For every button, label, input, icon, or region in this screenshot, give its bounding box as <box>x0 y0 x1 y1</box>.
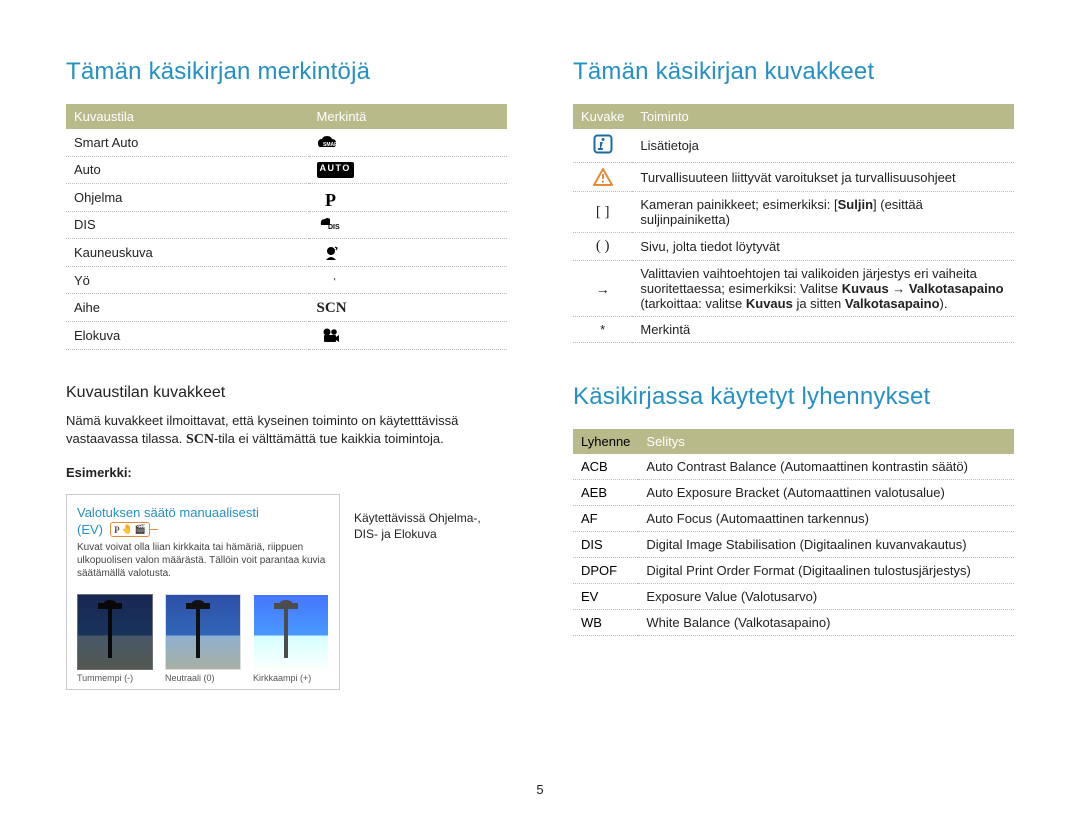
warning-icon <box>593 168 613 186</box>
abbr: WB <box>573 610 638 636</box>
table-row: DISDigital Image Stabilisation (Digitaal… <box>573 532 1014 558</box>
mode-label: Aihe <box>66 294 309 322</box>
abbr: ACB <box>573 454 638 480</box>
p-icon: P <box>317 190 345 206</box>
example-box: Valotuksen säätö manuaalisesti (EV) P 🤚 … <box>66 494 340 690</box>
abbr-desc: Digital Image Stabilisation (Digitaaline… <box>638 532 1014 558</box>
modes-head-0: Kuvaustila <box>66 104 309 129</box>
example-image-label: Kirkkaampi (+) <box>253 673 329 683</box>
table-row: Smart Auto SMART <box>66 129 507 156</box>
mode-availability-icons: P 🤚 🎬 <box>110 522 150 537</box>
icon-desc: Valittavien vaihtoehtojen tai valikoiden… <box>632 261 1014 317</box>
abbrev-head-0: Lyhenne <box>573 429 638 454</box>
table-row: Yö <box>66 266 507 294</box>
table-row: [ ] Kameran painikkeet; esimerkiksi: [Su… <box>573 192 1014 233</box>
table-row: ACBAuto Contrast Balance (Automaattinen … <box>573 454 1014 480</box>
mode-label: Ohjelma <box>66 184 309 212</box>
svg-text:SMART: SMART <box>323 142 341 148</box>
parentheses-icon: ( ) <box>596 238 610 254</box>
table-row: AEBAuto Exposure Bracket (Automaattinen … <box>573 480 1014 506</box>
example-images: Tummempi (-) Neutraali (0) Kirkkaampi (+… <box>77 594 329 683</box>
table-row: DIS DIS <box>66 211 507 239</box>
night-icon <box>317 272 345 288</box>
icon-desc: Turvallisuuteen liittyvät varoitukset ja… <box>632 163 1014 192</box>
example-title: Valotuksen säätö manuaalisesti <box>77 505 329 520</box>
modes-table: Kuvaustila Merkintä Smart Auto SMART Aut… <box>66 104 507 350</box>
mode-icons-text: Nämä kuvakkeet ilmoittavat, että kyseine… <box>66 412 507 450</box>
smart-icon: SMART <box>317 135 347 151</box>
abbr-desc: Auto Focus (Automaattinen tarkennus) <box>638 506 1014 532</box>
table-row: AFAuto Focus (Automaattinen tarkennus) <box>573 506 1014 532</box>
pointer-line <box>150 529 158 530</box>
icons-head-1: Toiminto <box>632 104 1014 129</box>
table-row: Aihe SCN <box>66 294 507 322</box>
table-row: Elokuva <box>66 321 507 349</box>
mode-icons-subheading: Kuvaustilan kuvakkeet <box>66 384 507 402</box>
example-side-label: Käytettävissä Ohjelma-, DIS- ja Elokuva <box>354 488 507 542</box>
square-brackets-icon: [ ] <box>596 204 610 220</box>
info-icon <box>593 142 613 157</box>
table-row: EVExposure Value (Valotusarvo) <box>573 584 1014 610</box>
icon-desc: Lisätietoja <box>632 129 1014 163</box>
mode-label: Yö <box>66 266 309 294</box>
abbr: EV <box>573 584 638 610</box>
mode-label: Smart Auto <box>66 129 309 156</box>
example-image-neutral <box>165 594 241 670</box>
example-caption: Kuvat voivat olla liian kirkkaita tai hä… <box>77 541 329 580</box>
abbr-desc: Exposure Value (Valotusarvo) <box>638 584 1014 610</box>
abbrev-head-1: Selitys <box>638 429 1014 454</box>
scn-icon: SCN <box>317 300 347 316</box>
table-row: Lisätietoja <box>573 129 1014 163</box>
table-row: Kauneuskuva <box>66 239 507 267</box>
abbr-desc: White Balance (Valkotasapaino) <box>638 610 1014 636</box>
example-image-label: Tummempi (-) <box>77 673 153 683</box>
example-label: Esimerkki: <box>66 465 507 480</box>
auto-icon: AUTO <box>317 162 354 178</box>
abbr: AF <box>573 506 638 532</box>
table-row: DPOFDigital Print Order Format (Digitaal… <box>573 558 1014 584</box>
icon-desc: Sivu, jolta tiedot löytyvät <box>632 233 1014 261</box>
icon-desc: Kameran painikkeet; esimerkiksi: [Suljin… <box>632 192 1014 233</box>
right-column: Tämän käsikirjan kuvakkeet Kuvake Toimin… <box>573 58 1014 690</box>
example-image-dark <box>77 594 153 670</box>
arrow-icon: → <box>596 281 610 297</box>
mode-label: Elokuva <box>66 321 309 349</box>
abbr-desc: Digital Print Order Format (Digitaalinen… <box>638 558 1014 584</box>
asterisk-icon: * <box>600 322 605 337</box>
right-heading-1: Tämän käsikirjan kuvakkeet <box>573 58 1014 86</box>
abbr-desc: Auto Exposure Bracket (Automaattinen val… <box>638 480 1014 506</box>
icon-desc: Merkintä <box>632 317 1014 343</box>
page-number: 5 <box>0 782 1080 797</box>
table-row: WBWhite Balance (Valkotasapaino) <box>573 610 1014 636</box>
icons-table: Kuvake Toiminto Lisätietoja Turvallisuut… <box>573 104 1014 343</box>
icons-head-0: Kuvake <box>573 104 632 129</box>
table-row: Auto AUTO <box>66 156 507 184</box>
table-row: Turvallisuuteen liittyvät varoitukset ja… <box>573 163 1014 192</box>
beauty-icon <box>317 245 345 261</box>
example-image-bright <box>253 594 329 670</box>
mode-label: Kauneuskuva <box>66 239 309 267</box>
example-image-label: Neutraali (0) <box>165 673 241 683</box>
abbr-desc: Auto Contrast Balance (Automaattinen kon… <box>638 454 1014 480</box>
dis-icon: DIS <box>317 217 345 233</box>
abbrev-table: Lyhenne Selitys ACBAuto Contrast Balance… <box>573 429 1014 636</box>
table-row: → Valittavien vaihtoehtojen tai valikoid… <box>573 261 1014 317</box>
movie-icon <box>317 328 345 344</box>
abbr: DIS <box>573 532 638 558</box>
abbr: AEB <box>573 480 638 506</box>
mode-label: DIS <box>66 211 309 239</box>
table-row: Ohjelma P <box>66 184 507 212</box>
left-column: Tämän käsikirjan merkintöjä Kuvaustila M… <box>66 58 507 690</box>
svg-text:DIS: DIS <box>328 224 340 231</box>
table-row: ( ) Sivu, jolta tiedot löytyvät <box>573 233 1014 261</box>
abbr: DPOF <box>573 558 638 584</box>
modes-head-1: Merkintä <box>309 104 507 129</box>
left-heading: Tämän käsikirjan merkintöjä <box>66 58 507 86</box>
right-heading-2: Käsikirjassa käytetyt lyhennykset <box>573 383 1014 411</box>
example-ev: (EV) <box>77 522 103 537</box>
mode-label: Auto <box>66 156 309 184</box>
table-row: * Merkintä <box>573 317 1014 343</box>
